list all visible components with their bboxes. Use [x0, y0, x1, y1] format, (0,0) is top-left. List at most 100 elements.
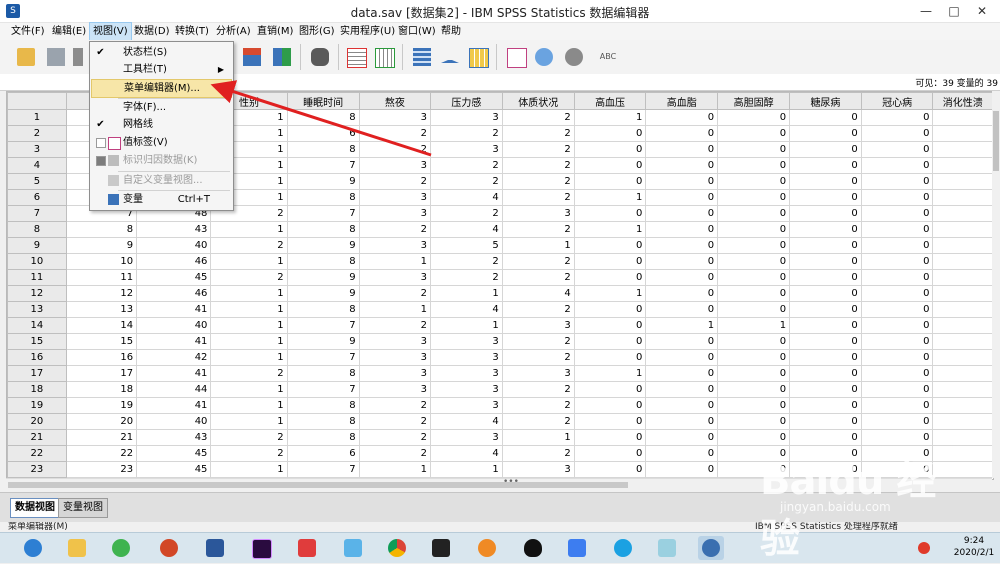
data-cell[interactable]: 8: [286, 253, 360, 270]
data-cell[interactable]: 1: [430, 461, 503, 478]
data-cell[interactable]: 3: [358, 237, 432, 254]
use-sets-button[interactable]: [532, 45, 556, 69]
data-cell[interactable]: 0: [645, 189, 719, 206]
data-cell[interactable]: 14: [65, 317, 138, 334]
data-cell[interactable]: 0: [789, 125, 862, 142]
data-cell[interactable]: 12: [65, 285, 138, 302]
data-cell[interactable]: 0: [860, 141, 934, 158]
data-cell[interactable]: 0: [573, 301, 647, 318]
data-cell[interactable]: 1: [210, 333, 288, 350]
data-cell[interactable]: 2: [358, 173, 432, 190]
row-number[interactable]: 21: [7, 429, 67, 446]
data-cell[interactable]: 1: [358, 301, 432, 318]
data-cell[interactable]: 4: [430, 413, 503, 430]
data-cell[interactable]: 0: [573, 461, 647, 478]
data-cell[interactable]: 8: [286, 221, 360, 238]
data-cell[interactable]: [932, 285, 993, 302]
row-number[interactable]: 1: [7, 109, 67, 126]
data-cell[interactable]: 3: [358, 333, 432, 350]
data-cell[interactable]: [932, 461, 993, 478]
menu-transform[interactable]: 转换(T): [172, 23, 212, 40]
data-cell[interactable]: 2: [358, 125, 432, 142]
data-cell[interactable]: 9: [286, 237, 360, 254]
data-cell[interactable]: 0: [717, 125, 791, 142]
data-cell[interactable]: 3: [430, 381, 503, 398]
data-cell[interactable]: 0: [573, 397, 647, 414]
data-cell[interactable]: 1: [573, 189, 647, 206]
data-cell[interactable]: 2: [501, 221, 575, 238]
data-cell[interactable]: 8: [286, 429, 360, 446]
find-button[interactable]: [308, 45, 332, 69]
data-cell[interactable]: 0: [860, 221, 934, 238]
data-cell[interactable]: 0: [789, 397, 862, 414]
data-cell[interactable]: 1: [358, 253, 432, 270]
data-cell[interactable]: 0: [789, 253, 862, 270]
taskbar-feishu[interactable]: [564, 536, 590, 560]
data-cell[interactable]: 2: [358, 221, 432, 238]
row-number[interactable]: 14: [7, 317, 67, 334]
data-cell[interactable]: 8: [286, 301, 360, 318]
data-cell[interactable]: 4: [501, 285, 575, 302]
data-cell[interactable]: 7: [286, 157, 360, 174]
data-cell[interactable]: 0: [789, 301, 862, 318]
data-cell[interactable]: 40: [136, 237, 212, 254]
data-cell[interactable]: 2: [501, 173, 575, 190]
data-cell[interactable]: 3: [358, 189, 432, 206]
data-cell[interactable]: 2: [501, 349, 575, 366]
data-cell[interactable]: 5: [430, 237, 503, 254]
data-cell[interactable]: 3: [358, 365, 432, 382]
data-cell[interactable]: 0: [717, 429, 791, 446]
row-number[interactable]: 18: [7, 381, 67, 398]
data-cell[interactable]: 0: [860, 157, 934, 174]
data-cell[interactable]: 1: [210, 301, 288, 318]
data-cell[interactable]: 3: [430, 333, 503, 350]
data-cell[interactable]: 11: [65, 269, 138, 286]
data-cell[interactable]: 2: [430, 157, 503, 174]
row-number[interactable]: 2: [7, 125, 67, 142]
data-cell[interactable]: 41: [136, 397, 212, 414]
data-cell[interactable]: 0: [789, 461, 862, 478]
column-header[interactable]: 睡眠时间: [286, 92, 360, 110]
data-cell[interactable]: [932, 237, 993, 254]
data-cell[interactable]: 0: [717, 221, 791, 238]
close-button[interactable]: ✕: [968, 1, 996, 21]
data-cell[interactable]: 0: [717, 237, 791, 254]
data-cell[interactable]: 0: [645, 269, 719, 286]
data-cell[interactable]: 0: [860, 205, 934, 222]
data-cell[interactable]: 0: [789, 285, 862, 302]
tab-variable-view[interactable]: 变量视图: [58, 498, 108, 518]
menu-view[interactable]: 视图(V): [89, 22, 132, 41]
data-cell[interactable]: 3: [430, 365, 503, 382]
data-cell[interactable]: 8: [286, 365, 360, 382]
menu-item-grid-lines[interactable]: ✔ 网格线: [91, 116, 232, 133]
data-cell[interactable]: 3: [501, 205, 575, 222]
data-cell[interactable]: 0: [789, 381, 862, 398]
column-header[interactable]: 糖尿病: [789, 92, 862, 110]
data-cell[interactable]: 0: [717, 285, 791, 302]
data-cell[interactable]: 0: [573, 349, 647, 366]
data-cell[interactable]: 0: [573, 125, 647, 142]
data-cell[interactable]: 6: [286, 445, 360, 462]
column-header[interactable]: 高胆固醇: [717, 92, 791, 110]
data-cell[interactable]: 3: [430, 109, 503, 126]
data-cell[interactable]: 0: [717, 413, 791, 430]
menu-direct-marketing[interactable]: 直销(M): [254, 23, 296, 40]
spell-check-button[interactable]: ABC: [596, 45, 620, 69]
data-cell[interactable]: 2: [358, 397, 432, 414]
data-cell[interactable]: 1: [717, 317, 791, 334]
data-cell[interactable]: 9: [286, 285, 360, 302]
data-cell[interactable]: 0: [573, 173, 647, 190]
column-header[interactable]: 冠心病: [860, 92, 934, 110]
taskbar-wechat[interactable]: [108, 536, 134, 560]
data-cell[interactable]: 3: [358, 157, 432, 174]
taskbar-chrome[interactable]: [384, 536, 410, 560]
insert-cases-button[interactable]: [344, 45, 368, 69]
data-cell[interactable]: 0: [645, 205, 719, 222]
data-cell[interactable]: 2: [501, 301, 575, 318]
menu-window[interactable]: 窗口(W): [395, 23, 439, 40]
data-cell[interactable]: 3: [501, 317, 575, 334]
show-all-variables-button[interactable]: [562, 45, 586, 69]
data-cell[interactable]: 0: [789, 445, 862, 462]
data-cell[interactable]: 0: [789, 349, 862, 366]
data-cell[interactable]: 2: [430, 173, 503, 190]
